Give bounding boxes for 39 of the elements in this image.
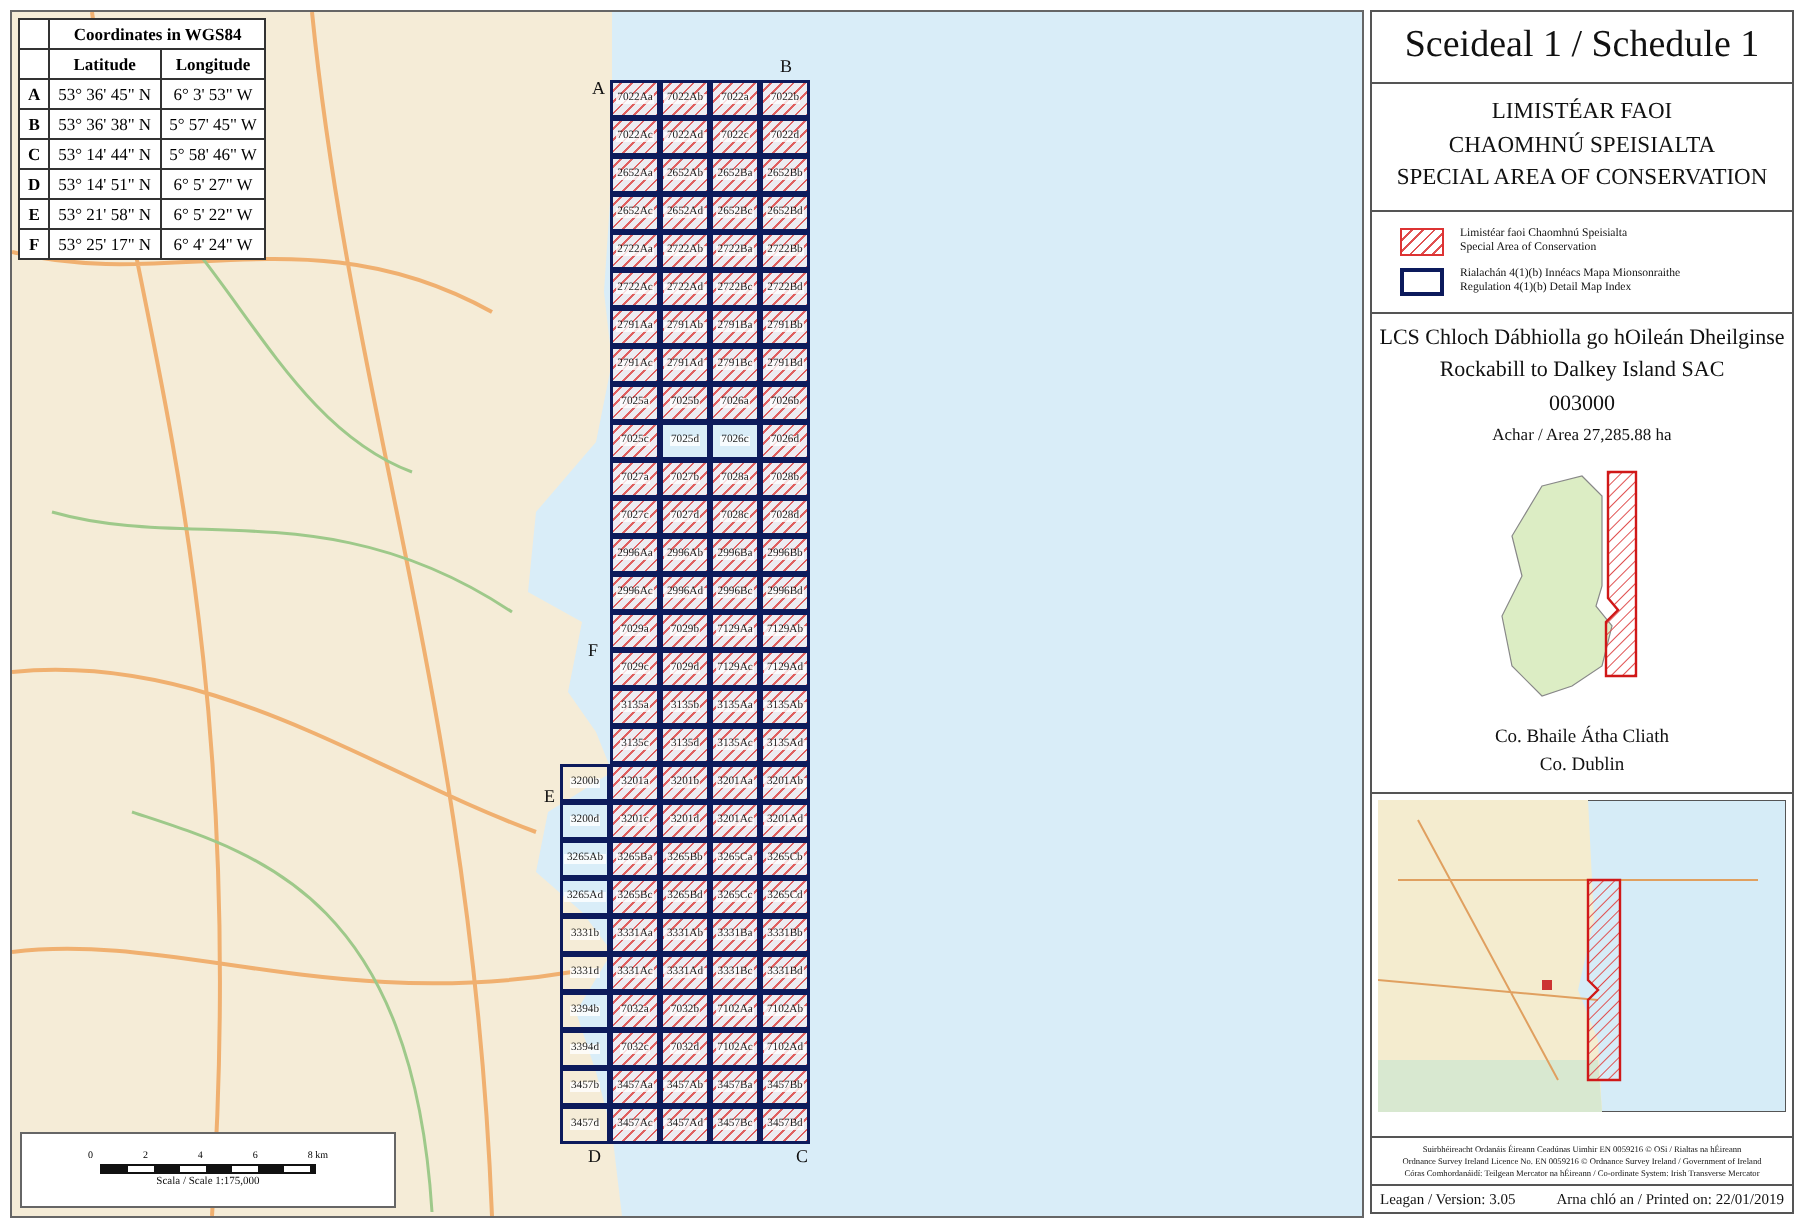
site-code: 003000: [1549, 391, 1615, 418]
column-header: Latitude: [49, 49, 161, 79]
table-cell: 53° 21' 58" N: [49, 199, 161, 229]
table-cell: E: [19, 199, 50, 229]
site-name: Rockabill to Dalkey Island SAC: [1439, 358, 1725, 386]
table-cell: 6° 5' 27" W: [160, 169, 266, 199]
table-cell: 5° 58' 46" W: [160, 139, 266, 169]
corner-label: E: [544, 786, 555, 806]
table-cell: 6° 3' 53" W: [160, 79, 266, 109]
site-name-irish: LCS Chloch Dábhiolla go hOileán Dheilginse: [1379, 326, 1785, 353]
county-name: Co. Bhaile Átha Cliath: [1494, 727, 1670, 751]
corner-label: B: [780, 56, 793, 76]
heading-line: CHAOMHNÚ SPEISIALTA: [1448, 133, 1716, 161]
table-cell: 53° 25' 17" N: [49, 229, 161, 259]
table-cell: 53° 36' 45" N: [49, 79, 161, 109]
table-cell: B: [19, 109, 50, 139]
heading-line: SPECIAL AREA OF CONSERVATION: [1396, 166, 1768, 195]
hatched-swatch: [1400, 228, 1444, 257]
corner-label: D: [588, 1146, 601, 1166]
corner-label: A: [592, 78, 605, 98]
table-cell: F: [19, 229, 50, 259]
corner-label: F: [588, 640, 599, 660]
column-header: Longitude: [160, 49, 266, 79]
site-area: Achar / Area 27,285.88 ha: [1492, 423, 1672, 444]
table-cell: 6° 4' 24" W: [160, 229, 266, 259]
outline-swatch: [1400, 268, 1444, 297]
table-cell: D: [19, 169, 50, 199]
heading-line: LIMISTÉAR FAOI: [1491, 99, 1673, 128]
table-cell: A: [19, 79, 50, 109]
corner-label: C: [796, 1146, 809, 1166]
table-cell: 6° 5' 22" W: [160, 199, 266, 229]
schedule-title: Sceideal 1 / Schedule 1: [1404, 24, 1760, 70]
table-cell: 53° 14' 44" N: [49, 139, 161, 169]
table-cell: C: [19, 139, 50, 169]
county-name: Co. Dublin: [1539, 756, 1625, 780]
table-cell: 5° 57' 45" W: [160, 109, 266, 139]
table-title: Coordinates in WGS84: [49, 19, 266, 49]
table-cell: 53° 14' 51" N: [49, 169, 161, 199]
table-cell: 53° 36' 38" N: [49, 109, 161, 139]
